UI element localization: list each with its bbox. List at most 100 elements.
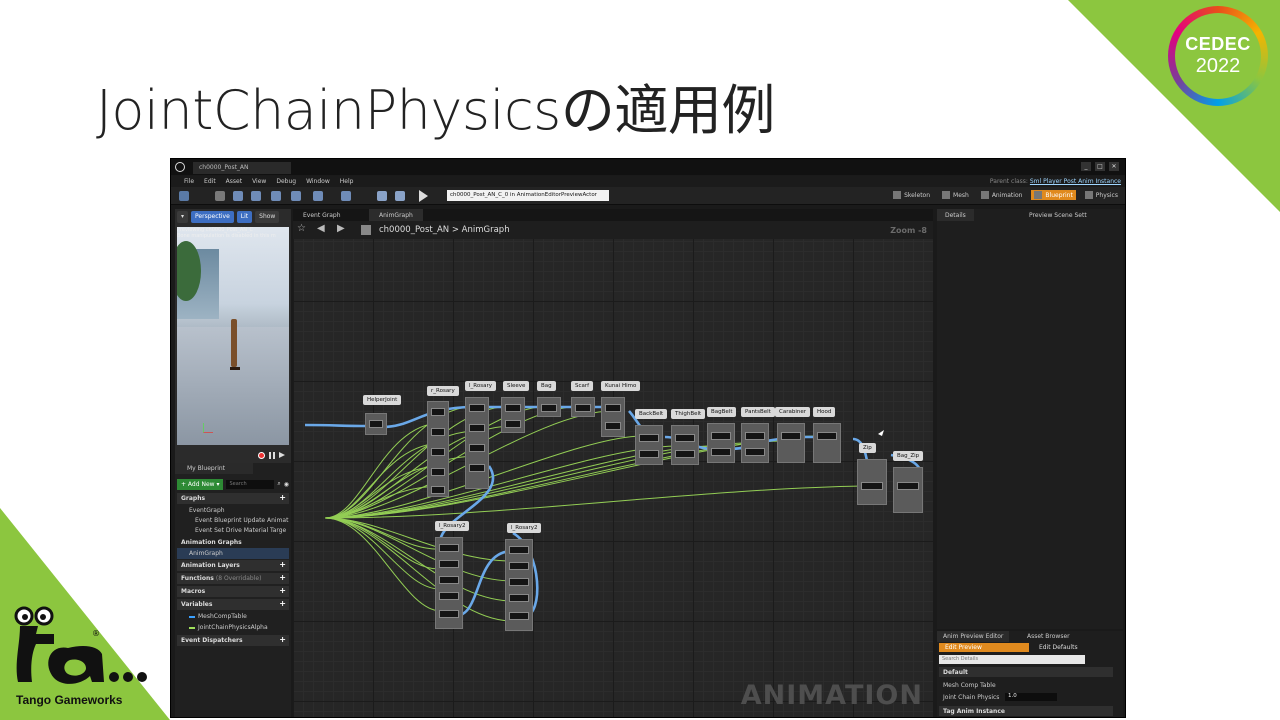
node-bag-zip[interactable] [893, 467, 923, 513]
find-icon[interactable] [251, 191, 261, 201]
tab-event-graph[interactable]: Event Graph [293, 209, 351, 221]
node-pin [575, 404, 591, 412]
node-zip[interactable] [857, 459, 887, 505]
node-l-rosary2[interactable] [435, 537, 463, 629]
menu-edit[interactable]: Edit [199, 176, 221, 187]
tab-anim-preview-editor[interactable]: Anim Preview Editor [937, 631, 1010, 642]
node-hood[interactable] [813, 423, 841, 463]
section-macros[interactable]: Macros + [177, 586, 289, 597]
section-animation-graphs[interactable]: Animation Graphs [177, 537, 289, 548]
anim-graph-canvas[interactable]: ☆ ◀ ▶ ch0000_Post_AN > AnimGraph Zoom -8 [293, 221, 933, 717]
item-event-set-drive[interactable]: Event Set Drive Material Targe [177, 525, 289, 536]
mode-physics-label: Physics [1095, 191, 1118, 199]
asset-tab[interactable]: ch0000_Post_AN [193, 162, 291, 174]
node-pantsbelt[interactable] [741, 423, 769, 463]
node-pin [675, 434, 695, 442]
mode-blueprint[interactable]: Blueprint [1031, 190, 1076, 200]
compile-icon[interactable] [179, 191, 189, 201]
node-thighbelt[interactable] [671, 425, 699, 465]
debug-step-icon[interactable] [395, 191, 405, 201]
section-tag-anim-instance[interactable]: Tag Anim Instance [939, 706, 1113, 716]
diff-icon[interactable] [377, 191, 387, 201]
section-animation-layers[interactable]: Animation Layers + [177, 560, 289, 571]
section-variables[interactable]: Variables + [177, 599, 289, 610]
node-scarf[interactable] [571, 397, 595, 417]
edit-defaults-button[interactable]: Edit Defaults [1033, 643, 1119, 652]
node-bag-zip-label: Bag_Zip [893, 451, 924, 461]
preview-viewport[interactable]: ▾ Perspective Lit Show Previewing ch0000… [175, 209, 291, 463]
add-variable-icon[interactable]: + [279, 600, 286, 608]
mode-physics[interactable]: Physics [1082, 190, 1121, 200]
browse-icon[interactable] [233, 191, 243, 201]
cedec-year: 2022 [1195, 55, 1241, 77]
record-icon[interactable] [341, 191, 351, 201]
show-button[interactable]: Show [255, 211, 280, 223]
row-joint-chain-physics: Joint Chain Physics 1.0 [939, 692, 1113, 702]
menu-debug[interactable]: Debug [271, 176, 301, 187]
variable-meshcomptable[interactable]: MeshCompTable [177, 611, 289, 622]
add-dispatcher-icon[interactable]: + [279, 636, 286, 644]
skeleton-icon [893, 191, 902, 199]
section-graphs[interactable]: Graphs + [177, 493, 289, 504]
item-anim-graph[interactable]: AnimGraph [177, 548, 289, 559]
joint-chain-physics-value[interactable]: 1.0 [1005, 693, 1057, 701]
add-macro-icon[interactable]: + [279, 587, 286, 595]
node-carabiner[interactable] [777, 423, 805, 463]
class-settings-icon[interactable] [291, 191, 301, 201]
variable-jointchainphysicsalpha[interactable]: JointChainPhysicsAlpha [177, 622, 289, 633]
debug-object-select[interactable]: ch0000_Post_AN_C_0 in AnimationEditorPre… [447, 190, 609, 201]
menu-view[interactable]: View [247, 176, 271, 187]
add-layer-icon[interactable]: + [279, 561, 286, 569]
menu-asset[interactable]: Asset [221, 176, 247, 187]
mode-skeleton[interactable]: Skeleton [890, 190, 933, 200]
perspective-button[interactable]: Perspective [191, 211, 234, 223]
editor-modes: Skeleton Mesh Animation Blueprint Physic… [890, 190, 1121, 200]
mode-mesh[interactable]: Mesh [939, 190, 972, 200]
parent-class-link[interactable]: Sml Player Post Anim Instance [1030, 178, 1121, 185]
viewport-toolbar: ▾ Perspective Lit Show [175, 209, 291, 225]
record-button[interactable] [258, 452, 265, 459]
menu-file[interactable]: File [179, 176, 199, 187]
node-l-rosary2b[interactable] [505, 539, 533, 631]
node-bagbelt[interactable] [707, 423, 735, 463]
minimize-button[interactable]: _ [1081, 162, 1091, 171]
node-r-rosary[interactable] [427, 401, 449, 497]
node-pin [745, 448, 765, 456]
add-function-icon[interactable]: + [279, 574, 286, 582]
my-blueprint-tab[interactable]: My Blueprint [175, 463, 253, 474]
section-default[interactable]: Default [939, 667, 1113, 677]
node-helperjoint[interactable] [365, 413, 387, 435]
menu-help[interactable]: Help [335, 176, 359, 187]
close-button[interactable]: ✕ [1109, 162, 1119, 171]
node-bag[interactable] [537, 397, 561, 417]
node-l-rosary[interactable] [465, 397, 489, 489]
parent-class-label: Parent class: [989, 178, 1028, 185]
play-icon[interactable] [419, 190, 428, 202]
tab-asset-browser[interactable]: Asset Browser [1021, 631, 1076, 642]
node-backbelt[interactable] [635, 425, 663, 465]
viewport-options-button[interactable]: ▾ [177, 211, 189, 223]
blueprint-search-input[interactable]: Search [226, 479, 275, 489]
edit-preview-button[interactable]: Edit Preview [939, 643, 1029, 652]
eye-icon[interactable]: ◉ [284, 481, 289, 488]
save-icon[interactable] [215, 191, 225, 201]
class-defaults-icon[interactable] [313, 191, 323, 201]
macros-label: Macros [181, 588, 206, 595]
tab-anim-graph[interactable]: AnimGraph [369, 209, 423, 221]
step-forward-button[interactable] [279, 452, 285, 458]
lit-button[interactable]: Lit [236, 211, 253, 223]
tab-preview-scene-settings[interactable]: Preview Scene Sett [1021, 209, 1095, 221]
add-graph-icon[interactable]: + [279, 494, 286, 502]
add-new-button[interactable]: + Add New ▾ [177, 478, 224, 490]
pause-button[interactable] [269, 452, 275, 459]
section-event-dispatchers[interactable]: Event Dispatchers + [177, 635, 289, 646]
section-functions[interactable]: Functions (8 Overridable) + [177, 573, 289, 584]
menu-window[interactable]: Window [301, 176, 335, 187]
mode-animation[interactable]: Animation [978, 190, 1026, 200]
search-details-input[interactable]: Search Details [939, 655, 1085, 664]
node-sleeve[interactable] [501, 397, 525, 433]
maximize-button[interactable]: □ [1095, 162, 1105, 171]
tab-details[interactable]: Details [937, 209, 974, 221]
hide-unrelated-icon[interactable] [271, 191, 281, 201]
node-kunai-himo[interactable] [601, 397, 625, 437]
